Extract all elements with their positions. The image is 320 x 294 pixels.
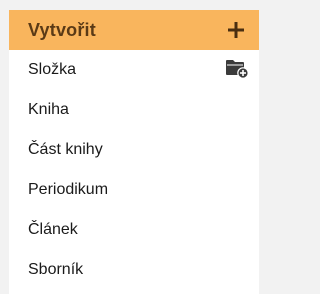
menu-item-clanek[interactable]: Článek (9, 210, 259, 250)
create-menu-title: Vytvořit (28, 19, 96, 40)
menu-item-label: Část knihy (28, 141, 103, 158)
menu-item-cast-knihy[interactable]: Část knihy (9, 130, 259, 170)
create-menu-panel: Vytvořit Složka Kniha Část knihy Periodi… (9, 10, 259, 294)
menu-item-label: Článek (28, 221, 78, 238)
menu-item-kniha[interactable]: Kniha (9, 90, 259, 130)
create-menu-header[interactable]: Vytvořit (9, 10, 259, 50)
menu-item-label: Sborník (28, 261, 84, 278)
folder-add-icon[interactable] (225, 58, 249, 79)
menu-item-label: Periodikum (28, 181, 109, 198)
menu-item-sbornik[interactable]: Sborník (9, 250, 259, 290)
create-menu-list: Složka Kniha Část knihy Periodikum Článe… (9, 50, 259, 290)
plus-icon[interactable] (227, 21, 245, 39)
menu-item-label: Složka (28, 61, 77, 78)
menu-item-periodikum[interactable]: Periodikum (9, 170, 259, 210)
menu-item-slozka[interactable]: Složka (9, 50, 259, 90)
menu-item-label: Kniha (28, 101, 69, 118)
